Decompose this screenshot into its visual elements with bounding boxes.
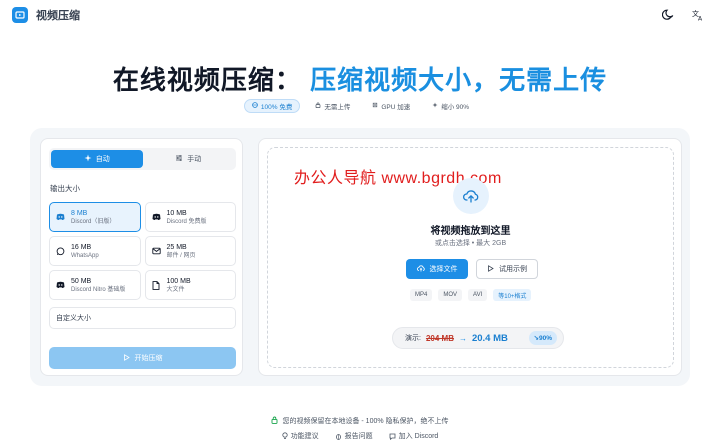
try-example-button[interactable]: 试用示例 [476, 259, 538, 279]
choose-file-label: 选择文件 [429, 266, 458, 273]
tag-label: 缩小 90% [441, 104, 470, 111]
try-example-label: 试用示例 [499, 266, 527, 273]
size-value: 25 MB [166, 243, 187, 251]
tag-shrink: 缩小 90% [425, 99, 477, 113]
size-value: 10 MB [166, 209, 187, 217]
svg-text:A: A [698, 16, 703, 22]
page-title: 在线视频压缩： 压缩视频大小，无需上传 [0, 60, 720, 97]
arrow-right-icon: → [458, 333, 467, 343]
cpu-icon [372, 102, 378, 110]
sparkle-icon [432, 102, 438, 110]
app-title[interactable]: 视频压缩 [36, 7, 80, 23]
upload-card: 办公人导航 www.bgrdh.com 将视频拖放到这里 或点击选择 • 最大 … [258, 138, 682, 376]
chat-icon [389, 433, 396, 440]
moon-icon[interactable] [660, 7, 676, 23]
sparkle-icon [84, 154, 92, 164]
size-option-50mb[interactable]: 50 MB Discord Nitro 基础版 [49, 270, 141, 300]
custom-size-input[interactable]: 自定义大小 [49, 307, 236, 329]
dropzone-subtitle: 或点击选择 • 最大 2GB [434, 240, 507, 247]
start-compress-label: 开始压缩 [134, 355, 163, 362]
demo-reduction-badge: ↘90% [528, 331, 557, 345]
tag-label: 无需上传 [324, 104, 351, 111]
feature-request-label: 功能建议 [290, 433, 319, 440]
dropzone[interactable]: 办公人导航 www.bgrdh.com 将视频拖放到这里 或点击选择 • 最大 … [267, 147, 674, 368]
discord-icon [56, 213, 65, 222]
demo-before-size: 204 MB [425, 333, 454, 343]
tag-free: 100% 免费 [243, 99, 301, 113]
discord-icon [152, 213, 161, 222]
choose-file-button[interactable]: 选择文件 [406, 259, 468, 279]
tag-no-upload: 无需上传 [308, 99, 358, 113]
size-desc: Discord Nitro 基础版 [71, 286, 126, 293]
mode-auto-label: 自动 [95, 156, 110, 163]
mode-manual-label: 手动 [187, 156, 202, 163]
page-title-main: 在线视频压缩： [112, 65, 302, 95]
top-bar: 视频压缩 文A [0, 0, 720, 30]
privacy-note: 您的视频保留在本地设备 - 100% 隐私保护，绝不上传 [0, 416, 720, 426]
sliders-icon [175, 154, 183, 164]
size-desc: Discord（旧版） [71, 218, 116, 225]
settings-card: 自动 手动 输出大小 8 MB Discord（旧版） 10 MB Discord … [40, 138, 243, 376]
size-value: 100 MB [166, 277, 191, 285]
size-option-16mb[interactable]: 16 MB WhatsApp [49, 236, 141, 266]
output-size-label: 输出大小 [50, 184, 80, 193]
upload-icon [416, 264, 425, 274]
size-options: 8 MB Discord（旧版） 10 MB Discord 免费版 16 MB Wh… [49, 202, 236, 300]
demo-label: 演示: [405, 335, 421, 342]
mode-manual-button[interactable]: 手动 [143, 150, 235, 168]
lock-icon [271, 416, 278, 426]
footer-links: 功能建议 报告问题 加入 Discord [0, 431, 720, 441]
play-icon [123, 353, 130, 363]
size-desc: Discord 免费版 [166, 218, 207, 225]
tag-label: GPU 加速 [381, 104, 411, 111]
join-discord-link[interactable]: 加入 Discord [389, 431, 439, 441]
lock-icon [315, 102, 321, 110]
bug-icon [335, 433, 342, 440]
demo-result: 演示: 204 MB → 20.4 MB ↘90% [392, 327, 564, 349]
mode-toggle: 自动 手动 [49, 148, 236, 170]
feature-tags: 100% 免费 无需上传 GPU 加速 缩小 90% [0, 99, 720, 113]
size-desc: WhatsApp [71, 252, 99, 259]
discord-icon [56, 281, 65, 290]
tag-gpu: GPU 加速 [365, 99, 418, 113]
globe-icon [252, 102, 258, 110]
size-value: 8 MB [71, 209, 88, 217]
page-title-accent: 压缩视频大小，无需上传 [310, 65, 608, 95]
size-option-10mb[interactable]: 10 MB Discord 免费版 [144, 202, 236, 232]
report-issue-label: 报告问题 [344, 433, 373, 440]
translate-icon[interactable]: 文A [690, 7, 706, 23]
size-option-8mb[interactable]: 8 MB Discord（旧版） [49, 202, 141, 232]
size-option-100mb[interactable]: 100 MB 大文件 [144, 270, 236, 300]
privacy-text: 您的视频保留在本地设备 - 100% 隐私保护，绝不上传 [282, 418, 449, 425]
app-logo-icon[interactable] [12, 7, 28, 23]
tag-label: 100% 免费 [260, 104, 293, 111]
mail-icon [151, 247, 161, 256]
mode-auto-button[interactable]: 自动 [51, 150, 143, 168]
format-badge-more: 等10+格式 [493, 289, 532, 301]
format-badge: AVI [468, 289, 488, 301]
upload-cloud-icon [453, 178, 489, 214]
play-icon [487, 264, 494, 274]
size-value: 50 MB [71, 277, 92, 285]
dropzone-title: 将视频拖放到这里 [430, 226, 511, 237]
demo-after-size: 20.4 MB [471, 332, 508, 344]
size-desc: 大文件 [166, 286, 185, 293]
format-badge: MP4 [410, 289, 433, 301]
lightbulb-icon [282, 432, 288, 440]
size-value: 16 MB [71, 243, 92, 251]
join-discord-label: 加入 Discord [398, 433, 439, 440]
start-compress-button[interactable]: 开始压缩 [49, 347, 236, 369]
whatsapp-icon [56, 246, 65, 256]
format-badge: MOV [438, 289, 463, 301]
report-issue-link[interactable]: 报告问题 [335, 431, 373, 441]
feature-request-link[interactable]: 功能建议 [282, 431, 319, 441]
file-icon [152, 280, 161, 290]
format-list: MP4 MOV AVI 等10+格式 [410, 289, 532, 301]
size-option-25mb[interactable]: 25 MB 邮件 / 网页 [144, 236, 236, 266]
size-desc: 邮件 / 网页 [166, 252, 196, 259]
